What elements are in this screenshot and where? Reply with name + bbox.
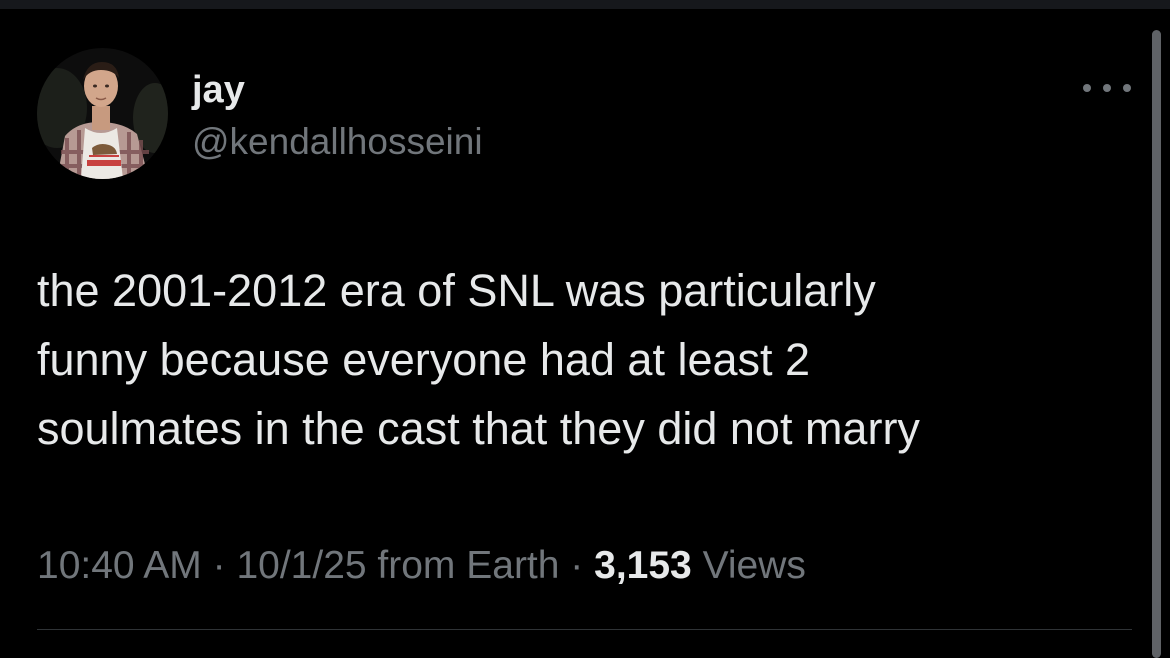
tweet-date-source[interactable]: 10/1/25 from Earth — [236, 544, 559, 587]
scrollbar[interactable] — [1152, 30, 1161, 658]
top-bar — [0, 0, 1170, 9]
profile-photo-icon — [37, 48, 168, 179]
tweet-meta: 10:40 AM · 10/1/25 from Earth · 3,153 Vi… — [37, 540, 806, 592]
views-label[interactable]: Views — [692, 544, 806, 587]
more-dot — [1083, 84, 1091, 92]
more-dot — [1123, 84, 1131, 92]
more-options-icon[interactable] — [1083, 76, 1131, 100]
meta-separator: · — [559, 544, 595, 587]
tweet-text: the 2001-2012 era of SNL was particularl… — [37, 256, 1127, 463]
more-dot — [1103, 84, 1111, 92]
tweet-text-line: funny because everyone had at least 2 — [37, 334, 811, 385]
avatar[interactable] — [37, 48, 168, 179]
display-name[interactable]: jay — [192, 68, 245, 112]
tweet-time[interactable]: 10:40 AM — [37, 544, 202, 587]
user-handle[interactable]: @kendallhosseini — [192, 120, 483, 164]
meta-separator: · — [201, 544, 237, 587]
tweet-text-line: the 2001-2012 era of SNL was particularl… — [37, 265, 876, 316]
tweet-text-line: soulmates in the cast that they did not … — [37, 403, 920, 454]
views-count[interactable]: 3,153 — [594, 544, 692, 587]
divider — [37, 629, 1132, 630]
